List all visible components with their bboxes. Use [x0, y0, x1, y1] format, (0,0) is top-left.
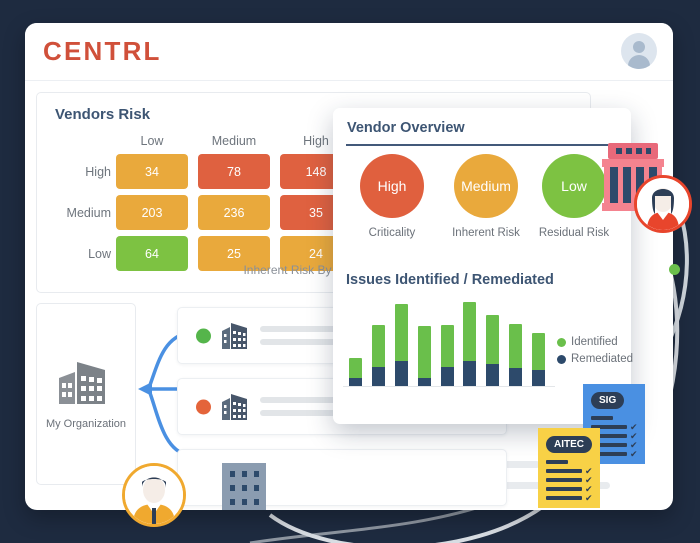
bar-stack[interactable] [371, 324, 385, 386]
bar-segment-remediated [463, 360, 477, 386]
office-building-icon [222, 463, 266, 510]
chart-bars [349, 302, 545, 386]
check-icon: ✔ [630, 431, 638, 441]
bar-stack[interactable] [440, 324, 454, 386]
bar-segment-identified [349, 357, 362, 379]
brand-logo[interactable]: CENTRL [43, 36, 162, 67]
doc-line [546, 460, 568, 464]
check-icon: ✔ [630, 449, 638, 459]
doc-line [546, 496, 582, 500]
bar-stack[interactable] [417, 325, 431, 386]
aitec-document-icon[interactable]: AITEC ✔ ✔ ✔ ✔ [538, 428, 600, 508]
bar-stack[interactable] [509, 323, 523, 386]
doc-line [546, 469, 582, 473]
bar-segment-remediated [532, 369, 545, 386]
matrix-cell[interactable]: 78 [198, 154, 270, 189]
app-screenshot: CENTRL Vendors Risk Low Medium High High… [0, 0, 700, 543]
bar-segment-identified [532, 333, 545, 370]
criticality-label: Criticality [368, 227, 416, 239]
legend-dot [557, 354, 566, 364]
profile-avatar[interactable] [621, 33, 657, 69]
bar-segment-identified [509, 323, 523, 369]
inherent-risk-circle[interactable]: Medium [454, 154, 518, 218]
check-icon: ✔ [585, 484, 593, 494]
avatar-head [633, 41, 645, 53]
bar-segment-remediated [509, 368, 523, 386]
check-icon: ✔ [585, 466, 593, 476]
bar-stack[interactable] [486, 315, 500, 386]
vendor-building-icon [222, 393, 247, 420]
bar-segment-remediated [394, 360, 408, 386]
check-icon: ✔ [630, 440, 638, 450]
bar-segment-identified [417, 325, 431, 378]
legend-dot [557, 337, 566, 347]
doc-badge: AITEC [546, 436, 592, 453]
check-icon: ✔ [630, 422, 638, 432]
legend-item-remediated: Remediated [557, 353, 633, 365]
matrix-cell[interactable]: 203 [116, 195, 188, 230]
bar-segment-identified [463, 302, 477, 361]
doc-line [591, 416, 613, 420]
legend-item-identified: Identified [557, 336, 618, 348]
vendor-overview-divider [346, 144, 618, 146]
matrix-row: High 34 78 148 [49, 154, 362, 189]
check-icon: ✔ [585, 493, 593, 503]
matrix-col-header: Low [140, 134, 164, 148]
metric-criticality: High Criticality [343, 154, 441, 239]
matrix-row: Medium 203 236 35 [49, 195, 362, 230]
matrix-col-header: Medium [211, 134, 257, 148]
legend-label: Identified [571, 336, 618, 348]
bar-segment-identified [486, 315, 500, 365]
male-user-avatar[interactable] [122, 463, 186, 527]
bar-segment-identified [394, 303, 408, 361]
app-header: CENTRL [25, 23, 673, 81]
matrix-column-headers: Low Medium High [116, 134, 362, 148]
inherent-risk-label: Inherent Risk [452, 227, 520, 239]
bar-segment-remediated [417, 377, 431, 386]
bar-stack[interactable] [463, 302, 477, 386]
residual-risk-label: Residual Risk [538, 227, 610, 239]
bar-segment-remediated [486, 364, 500, 386]
doc-badge: SIG [591, 392, 625, 409]
vendor-overview-title: Vendor Overview [347, 120, 465, 136]
metric-inherent-risk: Medium Inherent Risk [437, 154, 535, 239]
bar-stack[interactable] [394, 303, 408, 386]
doc-line [546, 478, 582, 482]
vendor-overview-panel: Vendor Overview High Criticality Medium … [333, 108, 633, 424]
criticality-circle[interactable]: High [360, 154, 424, 218]
bar-segment-remediated [349, 378, 362, 386]
bar-segment-remediated [440, 367, 454, 386]
legend-label: Remediated [571, 353, 634, 365]
issues-bar-chart: Identified Remediated [343, 298, 633, 408]
check-icon: ✔ [585, 475, 593, 485]
risk-matrix: Low Medium High High 34 78 148 Medium 20… [49, 134, 362, 271]
vendor-status-dot [196, 328, 211, 343]
green-connector-node [669, 264, 680, 275]
avatar-body [628, 55, 650, 69]
issues-chart-title: Issues Identified / Remediated [346, 272, 554, 288]
bar-stack[interactable] [349, 357, 362, 386]
residual-risk-circle[interactable]: Low [542, 154, 606, 218]
bar-segment-identified [371, 324, 385, 368]
chart-x-axis [343, 386, 555, 387]
doc-line [546, 487, 582, 491]
vendor-status-dot [196, 399, 211, 414]
matrix-row-label: High [85, 164, 111, 179]
matrix-row-label: Medium [66, 205, 111, 220]
bar-segment-remediated [371, 367, 385, 386]
matrix-cell[interactable]: 34 [116, 154, 188, 189]
matrix-row-label: Low [88, 246, 111, 261]
vendors-risk-title: Vendors Risk [55, 106, 151, 123]
matrix-cell[interactable]: 236 [198, 195, 270, 230]
organization-building-icon [59, 362, 105, 404]
female-vendor-avatar[interactable] [634, 175, 692, 233]
vendor-building-icon [222, 322, 247, 349]
bar-segment-identified [440, 324, 454, 368]
bar-stack[interactable] [532, 333, 545, 386]
